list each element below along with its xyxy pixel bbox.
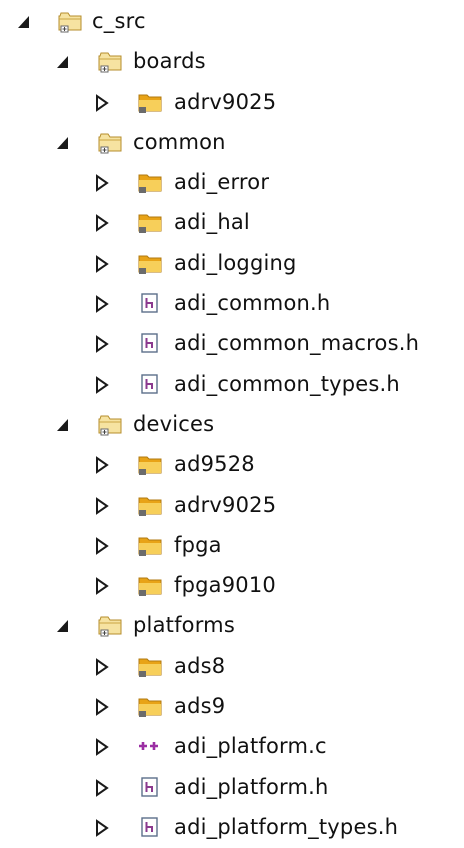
tree-item-adi-hal[interactable]: adi_hal: [0, 203, 464, 243]
collapsed-arrow-icon[interactable]: [94, 737, 110, 757]
tree-item-adi-platform-types-h[interactable]: adi_platform_types.h: [0, 808, 464, 848]
tree-item-label: adi_common.h: [174, 291, 331, 316]
tree-item-label: fpga9010: [174, 573, 276, 598]
collapsed-arrow-icon[interactable]: [94, 455, 110, 475]
tree-item-label: adi_platform.c: [174, 734, 327, 759]
tree-item-label: adi_common_types.h: [174, 371, 400, 396]
collapsed-arrow-icon[interactable]: [94, 818, 110, 838]
tree-item-adi-common-types-h[interactable]: adi_common_types.h: [0, 365, 464, 405]
tree-item-platforms[interactable]: platforms: [0, 606, 464, 646]
tree-item-ads9[interactable]: ads9: [0, 687, 464, 727]
tree-item-label: ad9528: [174, 452, 255, 477]
collapsed-arrow-icon[interactable]: [94, 697, 110, 717]
folder-icon: [137, 169, 163, 195]
collapsed-arrow-icon[interactable]: [94, 93, 110, 113]
source-folder-icon: [97, 411, 123, 437]
expanded-arrow-icon[interactable]: [55, 415, 71, 435]
folder-icon: [137, 572, 163, 598]
folder-icon: [137, 89, 163, 115]
folder-icon: [137, 492, 163, 518]
tree-item-label: devices: [133, 411, 215, 436]
tree-item-label: fpga: [174, 532, 222, 557]
collapsed-arrow-icon[interactable]: [94, 536, 110, 556]
tree-item-label: adi_hal: [174, 210, 250, 235]
tree-item-devices[interactable]: devices: [0, 405, 464, 445]
collapsed-arrow-icon[interactable]: [94, 576, 110, 596]
collapsed-arrow-icon[interactable]: [94, 173, 110, 193]
source-folder-icon: [57, 8, 83, 34]
tree-item-c-src[interactable]: c_src: [0, 2, 464, 42]
tree-item-label: adrv9025: [174, 492, 277, 517]
tree-item-adrv9025[interactable]: adrv9025: [0, 486, 464, 526]
tree-item-label: common: [133, 129, 226, 154]
collapsed-arrow-icon[interactable]: [94, 294, 110, 314]
tree-item-label: adi_logging: [174, 250, 297, 275]
source-folder-icon: [97, 48, 123, 74]
tree-item-common[interactable]: common: [0, 123, 464, 163]
tree-item-label: adrv9025: [174, 89, 277, 114]
collapsed-arrow-icon[interactable]: [94, 778, 110, 798]
tree-item-adi-error[interactable]: adi_error: [0, 163, 464, 203]
header-file-icon: [137, 330, 163, 356]
collapsed-arrow-icon[interactable]: [94, 213, 110, 233]
collapsed-arrow-icon[interactable]: [94, 657, 110, 677]
tree-item-boards[interactable]: boards: [0, 42, 464, 82]
tree-item-adrv9025[interactable]: adrv9025: [0, 83, 464, 123]
header-file-icon: [137, 814, 163, 840]
expanded-arrow-icon[interactable]: [16, 12, 32, 32]
tree-item-label: boards: [133, 49, 206, 74]
expanded-arrow-icon[interactable]: [55, 133, 71, 153]
header-file-icon: [137, 774, 163, 800]
tree-item-adi-common-macros-h[interactable]: adi_common_macros.h: [0, 324, 464, 364]
source-folder-icon: [97, 612, 123, 638]
folder-icon: [137, 250, 163, 276]
tree-item-adi-logging[interactable]: adi_logging: [0, 244, 464, 284]
header-file-icon: [137, 290, 163, 316]
project-explorer-tree: c_src boards adrv9025 common adi_error a…: [0, 2, 464, 848]
tree-item-label: ads8: [174, 653, 226, 678]
tree-item-label: adi_platform_types.h: [174, 814, 399, 839]
tree-item-label: ads9: [174, 694, 226, 719]
c-source-file-icon: [137, 733, 163, 759]
folder-icon: [137, 532, 163, 558]
header-file-icon: [137, 371, 163, 397]
tree-item-label: adi_common_macros.h: [174, 331, 420, 356]
tree-item-label: adi_platform.h: [174, 774, 329, 799]
tree-item-label: c_src: [92, 9, 146, 33]
expanded-arrow-icon[interactable]: [55, 52, 71, 72]
tree-item-label: adi_error: [174, 170, 270, 195]
collapsed-arrow-icon[interactable]: [94, 496, 110, 516]
collapsed-arrow-icon[interactable]: [94, 254, 110, 274]
folder-icon: [137, 693, 163, 719]
tree-item-ad9528[interactable]: ad9528: [0, 445, 464, 485]
collapsed-arrow-icon[interactable]: [94, 375, 110, 395]
tree-item-fpga9010[interactable]: fpga9010: [0, 566, 464, 606]
tree-item-adi-platform-c[interactable]: adi_platform.c: [0, 727, 464, 767]
folder-icon: [137, 653, 163, 679]
tree-item-ads8[interactable]: ads8: [0, 647, 464, 687]
tree-item-label: platforms: [133, 613, 235, 638]
folder-icon: [137, 209, 163, 235]
tree-item-fpga[interactable]: fpga: [0, 526, 464, 566]
collapsed-arrow-icon[interactable]: [94, 334, 110, 354]
tree-item-adi-platform-h[interactable]: adi_platform.h: [0, 768, 464, 808]
source-folder-icon: [97, 129, 123, 155]
folder-icon: [137, 451, 163, 477]
expanded-arrow-icon[interactable]: [55, 616, 71, 636]
tree-item-adi-common-h[interactable]: adi_common.h: [0, 284, 464, 324]
